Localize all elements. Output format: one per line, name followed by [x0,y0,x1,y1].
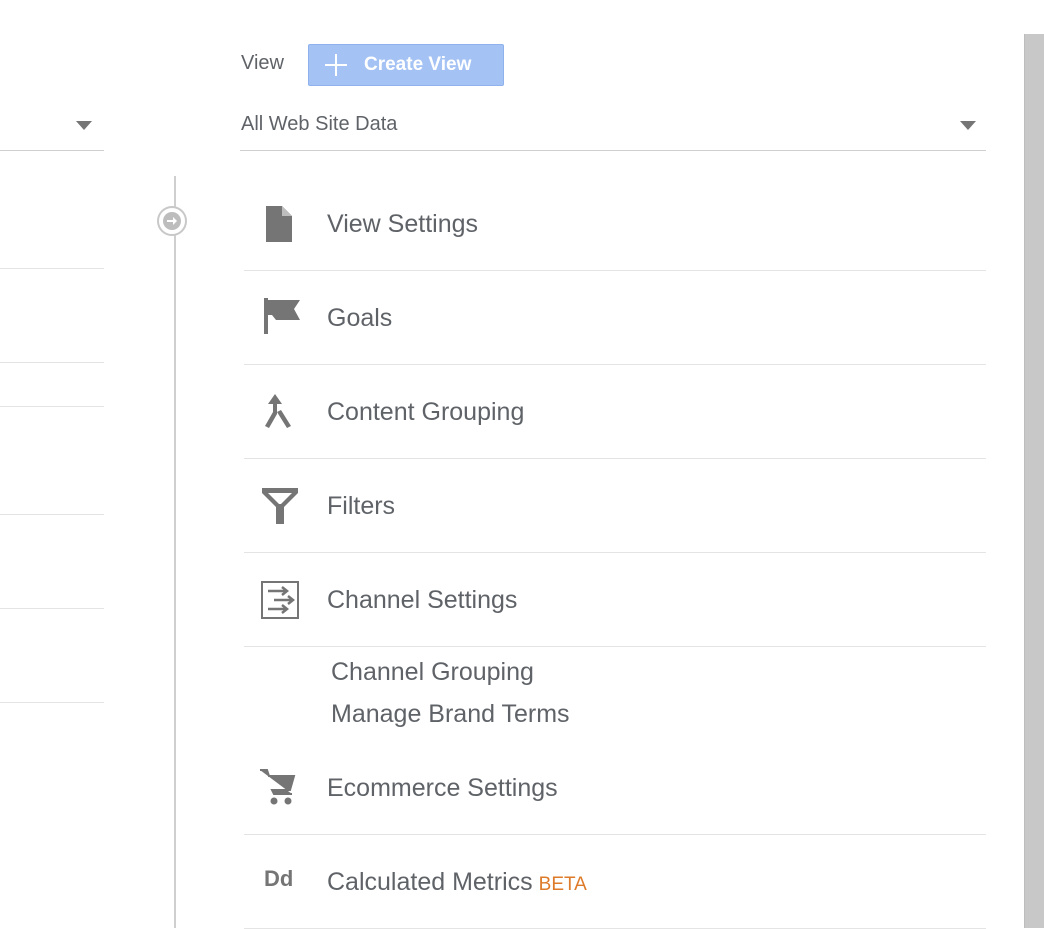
flag-icon [260,298,300,338]
scrollbar[interactable] [1024,34,1044,928]
left-divider [0,268,104,269]
menu-item-ecommerce-settings[interactable]: Ecommerce Settings [244,740,986,835]
left-divider [0,406,104,407]
merge-icon [260,392,300,432]
cart-icon [260,768,300,808]
menu-label: Goals [327,304,393,332]
column-connector-line [174,176,176,928]
filter-icon [260,486,300,526]
menu-item-calculated-metrics[interactable]: Dd Calculated Metrics BETA [244,834,986,929]
submenu-item-manage-brand-terms[interactable]: Manage Brand Terms [331,700,570,729]
property-select-underline [0,150,104,151]
create-view-label: Create View [364,54,472,75]
account-column [0,0,104,928]
view-select[interactable]: All Web Site Data [240,102,986,151]
create-view-button[interactable]: Create View [308,44,504,86]
arrow-right-icon [157,206,187,236]
submenu-item-channel-grouping[interactable]: Channel Grouping [331,658,534,687]
left-divider [0,702,104,703]
menu-item-filters[interactable]: Filters [244,458,986,553]
plus-icon [323,52,349,78]
left-divider [0,608,104,609]
left-divider [0,362,104,363]
menu-label: View Settings [327,210,479,238]
left-divider [0,514,104,515]
view-select-value: All Web Site Data [241,113,398,135]
menu-label: Content Grouping [327,398,525,426]
menu-item-goals[interactable]: Goals [244,270,986,365]
beta-badge: BETA [538,874,587,895]
property-select-caret[interactable] [76,121,92,130]
document-icon [260,204,300,244]
menu-item-view-settings[interactable]: View Settings [244,176,986,271]
menu-label: Calculated Metrics BETA [327,868,587,897]
menu-item-content-grouping[interactable]: Content Grouping [244,364,986,459]
chevron-down-icon [960,121,976,130]
channel-settings-icon [260,580,300,620]
dd-icon: Dd [260,862,300,902]
view-label: View [241,52,284,74]
menu-label: Filters [327,492,396,520]
menu-item-channel-settings[interactable]: Channel Settings [244,552,986,647]
menu-label: Ecommerce Settings [327,774,558,802]
calculated-metrics-label: Calculated Metrics [327,868,533,896]
svg-text:Dd: Dd [264,866,293,891]
menu-label: Channel Settings [327,586,518,614]
